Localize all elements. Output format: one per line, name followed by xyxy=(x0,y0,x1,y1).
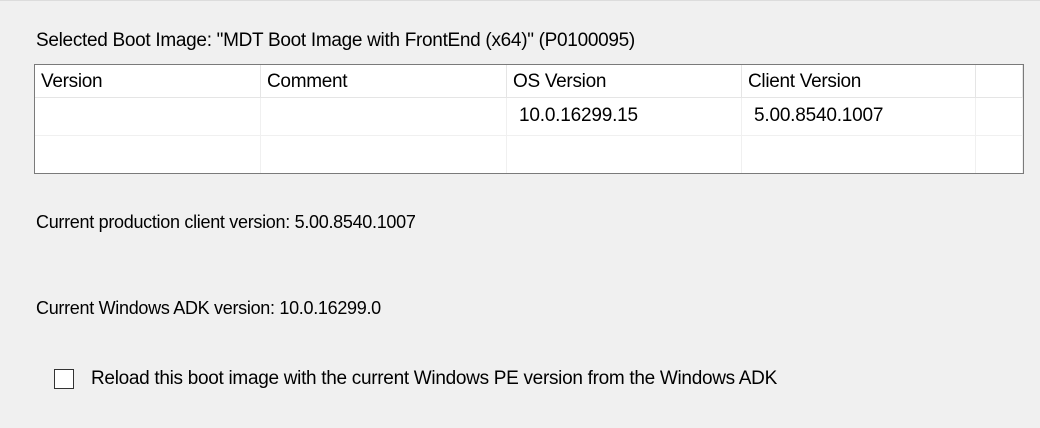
column-header-version[interactable]: Version xyxy=(35,65,261,98)
column-header-filler xyxy=(976,65,1023,98)
column-header-client-version[interactable]: Client Version xyxy=(742,65,976,98)
top-divider xyxy=(0,0,1040,11)
table-cell-os-version: 10.0.16299.15 xyxy=(507,98,742,136)
table-cell-version xyxy=(35,136,261,173)
column-header-comment[interactable]: Comment xyxy=(261,65,507,98)
table-cell-client-version: 5.00.8540.1007 xyxy=(742,98,976,136)
column-header-os-version[interactable]: OS Version xyxy=(507,65,742,98)
selected-boot-image-label: Selected Boot Image: "MDT Boot Image wit… xyxy=(36,30,635,51)
reload-boot-image-checkbox[interactable] xyxy=(54,369,74,389)
table-row xyxy=(35,136,1023,173)
table-cell-filler xyxy=(976,98,1023,136)
reload-boot-image-option[interactable]: Reload this boot image with the current … xyxy=(54,368,777,390)
table-header-row: Version Comment OS Version Client Versio… xyxy=(35,65,1023,98)
production-client-version-text: Current production client version: 5.00.… xyxy=(36,212,416,232)
boot-image-version-table[interactable]: Version Comment OS Version Client Versio… xyxy=(34,64,1024,174)
table-row[interactable]: 10.0.16299.15 5.00.8540.1007 xyxy=(35,98,1023,136)
table-cell-comment xyxy=(261,136,507,173)
boot-image-properties-panel: Selected Boot Image: "MDT Boot Image wit… xyxy=(0,0,1040,428)
table-cell-os-version xyxy=(507,136,742,173)
reload-boot-image-label[interactable]: Reload this boot image with the current … xyxy=(91,368,777,390)
table-cell-version xyxy=(35,98,261,136)
table-cell-comment xyxy=(261,98,507,136)
windows-adk-version-text: Current Windows ADK version: 10.0.16299.… xyxy=(36,298,381,318)
table-cell-filler xyxy=(976,136,1023,173)
table-cell-client-version xyxy=(742,136,976,173)
